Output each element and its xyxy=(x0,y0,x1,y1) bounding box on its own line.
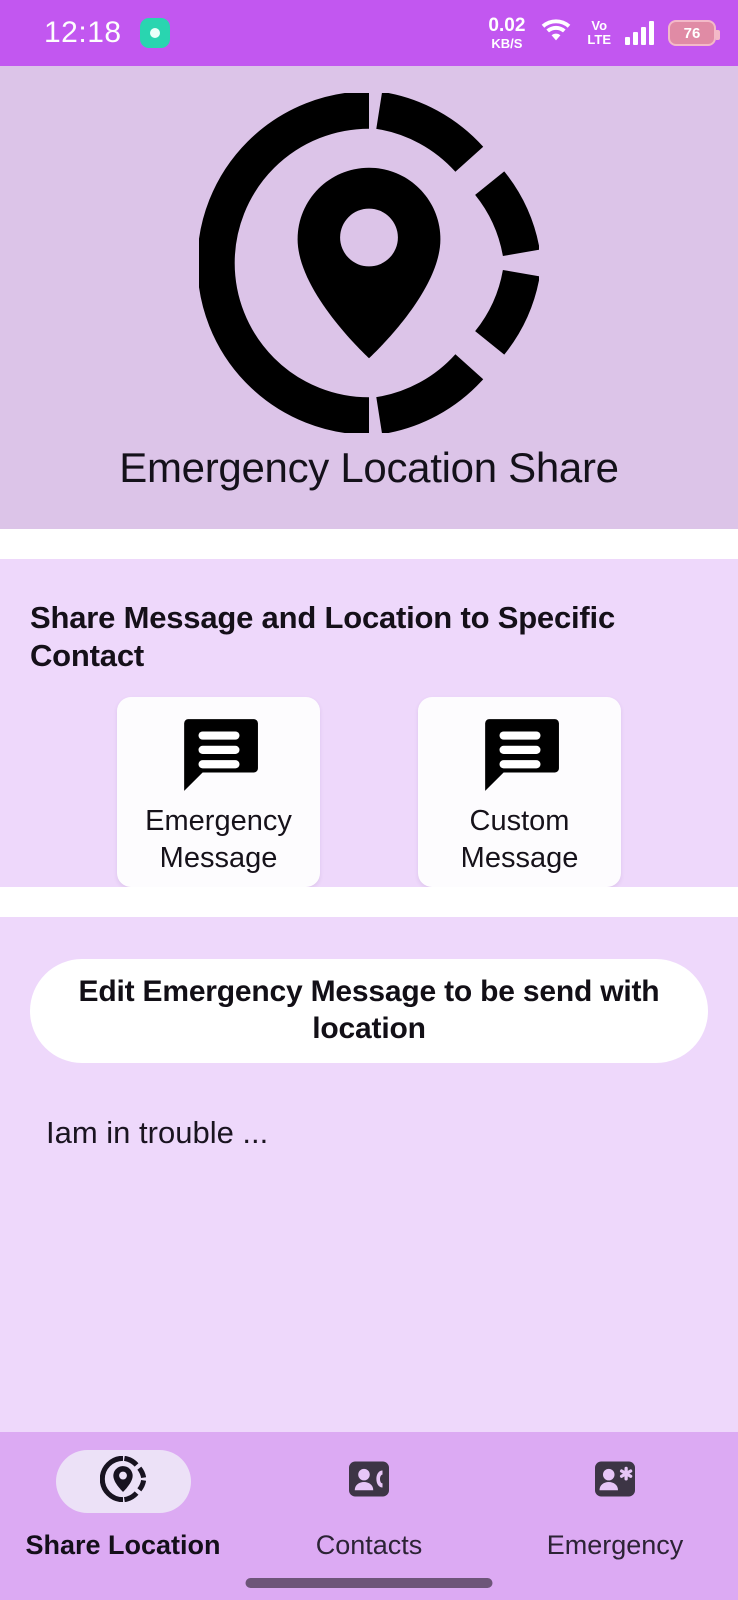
network-speed-unit: KB/S xyxy=(491,36,523,51)
edit-emergency-message-button[interactable]: Edit Emergency Message to be send with l… xyxy=(30,958,708,1063)
signal-bars-icon xyxy=(625,21,654,45)
bottom-navigation-bar: Share Location Contacts Emergency xyxy=(0,1432,738,1600)
nav-label-share-location: Share Location xyxy=(25,1530,221,1560)
home-indicator-bar[interactable] xyxy=(245,1578,493,1588)
status-bar-right: 0.02 KB/S Vo LTE 76 xyxy=(488,16,720,50)
status-bar: 12:18 0.02 KB/S Vo LTE 76 xyxy=(0,0,738,66)
nav-item-contacts[interactable]: Contacts xyxy=(260,1450,478,1561)
nav-pill xyxy=(302,1450,437,1513)
emergency-message-label: Emergency Message xyxy=(145,804,292,875)
nav-item-emergency[interactable]: Emergency xyxy=(506,1450,724,1561)
app-screen: 12:18 0.02 KB/S Vo LTE 76 Emergency Loca… xyxy=(0,0,738,1600)
volte-icon: Vo LTE xyxy=(587,18,611,47)
edit-message-section: Edit Emergency Message to be send with l… xyxy=(0,916,738,1432)
location-pin-radar-icon xyxy=(194,88,544,438)
nav-label-emergency: Emergency xyxy=(546,1530,684,1560)
page-title: Emergency Location Share xyxy=(119,444,619,491)
nav-item-share-location[interactable]: Share Location xyxy=(14,1450,232,1561)
app-header: Emergency Location Share xyxy=(0,66,738,529)
chat-bubble-lines-icon xyxy=(477,713,563,795)
battery-icon: 76 xyxy=(668,20,720,46)
network-speed-indicator: 0.02 KB/S xyxy=(488,16,525,50)
status-bar-left: 12:18 xyxy=(44,16,170,50)
chat-bubble-lines-icon xyxy=(176,713,262,795)
custom-message-label: Custom Message xyxy=(460,804,579,875)
battery-level-text: 76 xyxy=(683,24,701,42)
contact-card-phone-icon xyxy=(344,1454,394,1509)
nav-pill xyxy=(548,1450,683,1513)
section-divider xyxy=(0,529,738,559)
message-card-row: Emergency Message Custom Message xyxy=(30,696,708,887)
section-divider xyxy=(0,886,738,917)
nav-active-pill xyxy=(55,1450,191,1513)
network-speed-value: 0.02 xyxy=(488,15,526,36)
emergency-message-card[interactable]: Emergency Message xyxy=(117,696,320,887)
edit-emergency-message-label: Edit Emergency Message to be send with l… xyxy=(78,975,660,1045)
emergency-message-preview: Iam in trouble ... xyxy=(46,1114,269,1150)
location-pin-radar-icon xyxy=(99,1455,147,1507)
share-section-title: Share Message and Location to Specific C… xyxy=(30,600,616,673)
record-dot-icon xyxy=(139,18,170,48)
status-clock: 12:18 xyxy=(44,16,122,49)
nav-label-contacts: Contacts xyxy=(315,1530,423,1560)
contact-card-star-icon xyxy=(590,1454,640,1509)
custom-message-card[interactable]: Custom Message xyxy=(418,696,621,887)
wifi-icon xyxy=(539,18,573,49)
share-section: Share Message and Location to Specific C… xyxy=(0,559,738,887)
